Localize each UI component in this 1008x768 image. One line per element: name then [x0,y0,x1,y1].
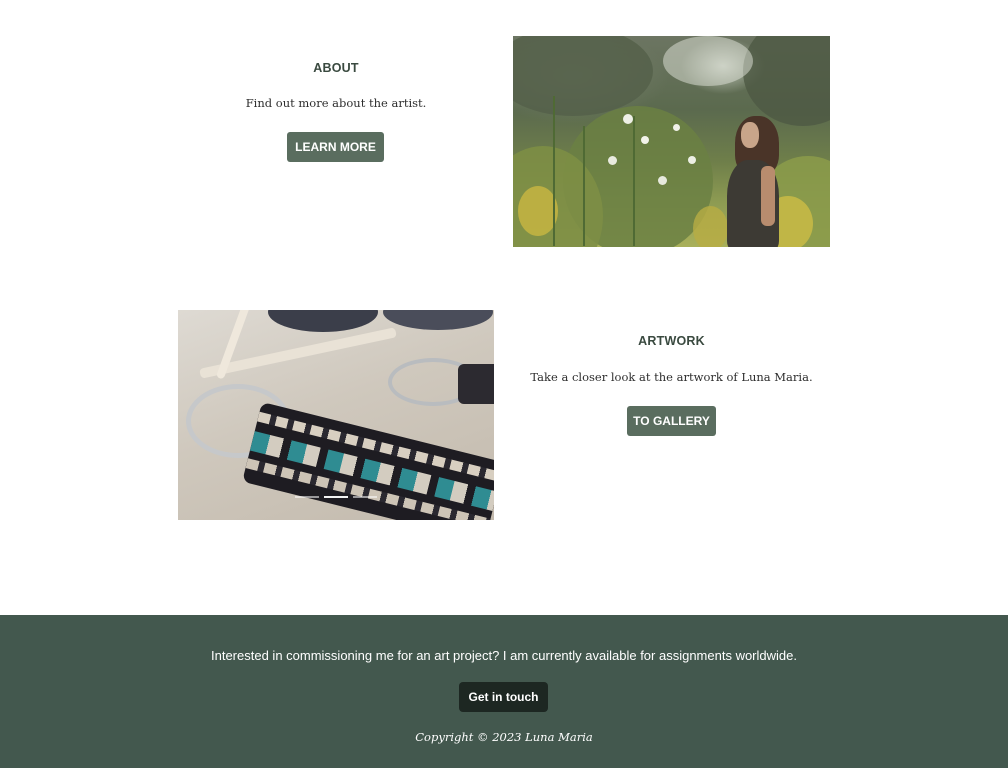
copyright-text: Copyright © 2023 Luna Maria [415,730,593,744]
person-arm [761,166,775,226]
goldenrod [518,186,558,236]
blossom [623,114,633,124]
slide-indicator-2[interactable] [324,496,348,498]
sky-glow [663,36,753,86]
get-in-touch-button[interactable]: Get in touch [459,682,548,712]
slide-indicator-1[interactable] [295,496,319,498]
artwork-slider[interactable] [178,310,494,520]
blossom [641,136,649,144]
person-face [741,122,759,148]
to-gallery-button[interactable]: TO GALLERY [627,406,716,436]
artist-field-photo [513,36,830,247]
about-section: ABOUT Find out more about the artist. LE… [178,36,494,247]
about-heading: ABOUT [313,61,359,75]
commission-text: Interested in commissioning me for an ar… [211,648,797,663]
blossom [658,176,667,185]
woven-strap [458,364,494,404]
slide-indicator-3[interactable] [353,496,377,498]
artwork-description: Take a closer look at the artwork of Lun… [530,370,813,384]
artwork-heading: ARTWORK [638,334,705,348]
artwork-section: ARTWORK Take a closer look at the artwor… [513,310,830,520]
footer: Interested in commissioning me for an ar… [0,615,1008,768]
blossom [688,156,696,164]
tree-shape [513,36,653,116]
blossom [608,156,617,165]
woven-strap [242,402,494,520]
tree-shape [743,36,830,126]
woven-coaster [383,310,493,330]
plant-stem [553,96,555,246]
slider-indicators [295,496,377,498]
about-description: Find out more about the artist. [245,96,427,110]
learn-more-button[interactable]: LEARN MORE [287,132,384,162]
plant-stem [633,116,635,246]
goldenrod [693,206,728,247]
plant-stem [583,126,585,246]
woven-coaster [268,310,378,332]
blossom [673,124,680,131]
